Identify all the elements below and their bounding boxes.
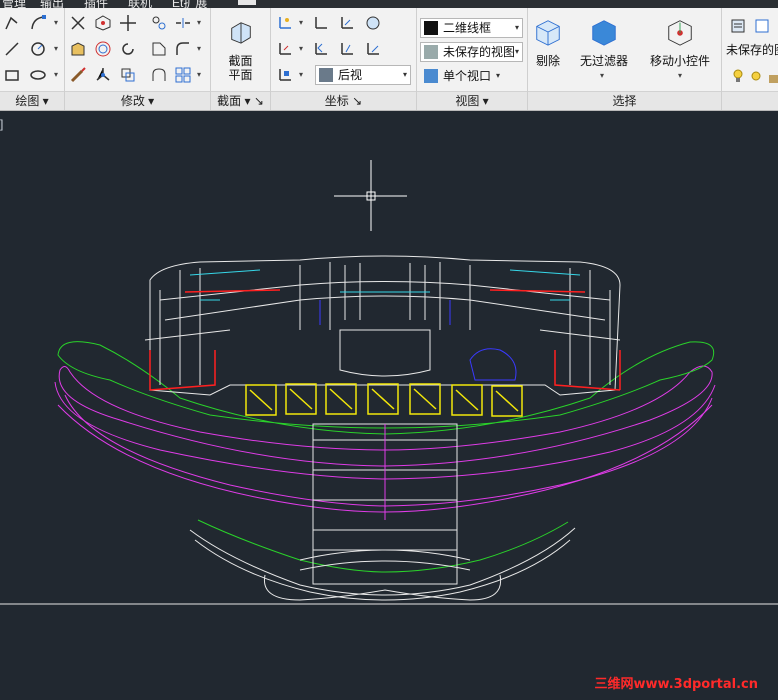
circle-dropdown-icon[interactable]: ▾ [52, 39, 60, 59]
visual-style-select[interactable]: 二维线框 ▾ [420, 18, 523, 38]
ucs-named-icon[interactable] [275, 65, 295, 85]
wireframe-icon [424, 21, 438, 35]
chevron-down-icon: ▾ [402, 70, 407, 79]
chevron-down-icon: ▾ [514, 47, 519, 56]
panel-view-title[interactable]: 视图 ▾ [417, 91, 527, 110]
chevron-down-icon: ▾ [514, 23, 519, 32]
crosshair-cursor [334, 160, 407, 231]
blue-accents [319, 300, 517, 381]
3d-scale-icon[interactable] [93, 65, 113, 85]
white-upper-structure [144, 255, 621, 396]
3d-rotate-icon[interactable] [93, 39, 113, 59]
panel-draw: ▾ ▾ ▾ 绘图 ▾ [0, 8, 65, 110]
no-filter-icon[interactable] [588, 16, 620, 48]
ucs-origin-icon[interactable] [275, 39, 295, 59]
line-icon[interactable] [2, 39, 22, 59]
arc-dropdown-icon[interactable]: ▾ [52, 13, 60, 33]
paint-icon[interactable] [68, 65, 88, 85]
chevron-down-icon: ▾ [495, 71, 500, 80]
panel-coords-title[interactable]: 坐标 ↘ [271, 91, 416, 110]
viewport-icon [424, 69, 438, 83]
panel-draw-title[interactable]: 绘图 ▾ [0, 91, 64, 110]
arc-icon[interactable] [28, 13, 48, 33]
stretch-icon[interactable] [149, 39, 169, 59]
panel-modify: ▾ ▾ ▾ 修改 ▾ [65, 8, 211, 110]
yellow-seating [245, 383, 523, 417]
panel-section-title[interactable]: 截面 ▾ ↘ [211, 91, 270, 110]
array-dropdown-icon[interactable]: ▾ [195, 65, 203, 85]
panel-view: 二维线框 ▾ 未保存的视图 ▾ 单个视口 ▾ 视图 ▾ [417, 8, 528, 110]
ucs-y-icon[interactable] [337, 39, 357, 59]
move-gizmo-icon[interactable] [664, 16, 696, 48]
3d-move-icon[interactable] [93, 13, 113, 33]
tab-plugins[interactable]: 插件 [84, 0, 108, 8]
layer-states-icon[interactable] [752, 16, 772, 36]
panel-coords: ▾ ▾ ▾ 后视 ▾ 坐标 ↘ [271, 8, 417, 110]
ucs-origin-dropdown-icon[interactable]: ▾ [297, 39, 305, 59]
ucs-dropdown-icon[interactable]: ▾ [297, 13, 305, 33]
ucs-previous-icon[interactable] [311, 39, 331, 59]
panel-layers-partial: 未保存的图 [722, 8, 778, 110]
section-plane-label[interactable]: 截面 平面 [211, 54, 270, 82]
no-filter-dropdown-icon[interactable]: ▾ [598, 66, 606, 86]
light-bulb-icon[interactable] [728, 66, 748, 86]
move-icon[interactable] [118, 13, 138, 33]
panel-select: 剔除 无过滤器 ▾ 移动小控件 ▾ 选择 [528, 8, 722, 110]
view-preset-select[interactable]: 后视 ▾ [315, 65, 411, 85]
layer-properties-icon[interactable] [728, 16, 748, 36]
saved-view-select[interactable]: 未保存的视图 ▾ [420, 42, 523, 62]
red-accents [149, 289, 621, 391]
ellipse-dropdown-icon[interactable]: ▾ [52, 65, 60, 85]
ucs-z-icon[interactable] [363, 39, 383, 59]
align-icon[interactable] [149, 13, 169, 33]
break-icon[interactable] [173, 13, 193, 33]
ucs-x-icon[interactable] [337, 13, 357, 33]
ellipse-icon[interactable] [28, 65, 48, 85]
rotate-icon[interactable] [118, 39, 138, 59]
circle-icon[interactable] [28, 39, 48, 59]
layer-state-label[interactable]: 未保存的图 [726, 43, 778, 57]
ucs-named-dropdown-icon[interactable]: ▾ [297, 65, 305, 85]
copy-icon[interactable] [118, 65, 138, 85]
ribbon-tab-strip: 管理 输出 插件 联机 Et扩展 [0, 0, 778, 8]
ucs-icon[interactable] [275, 13, 295, 33]
grid-array-icon[interactable] [173, 65, 193, 85]
panel-modify-title[interactable]: 修改 ▾ [65, 91, 210, 110]
viewport-config-select[interactable]: 单个视口 ▾ [420, 66, 523, 86]
ribbon: ▾ ▾ ▾ 绘图 ▾ ▾ ▾ ▾ 修改 ▾ 截面 平面 截面 ▾ ↘ ▾ ▾ ▾… [0, 8, 778, 111]
fillet-dropdown-icon[interactable]: ▾ [195, 39, 203, 59]
watermark: 三维网www.3dportal.cn [594, 677, 758, 692]
culling-label[interactable]: 剔除 [528, 54, 568, 68]
trim-icon[interactable] [68, 13, 88, 33]
section-plane-icon[interactable] [227, 18, 255, 46]
cube-view-icon [319, 68, 333, 82]
tab-online[interactable]: 联机 [128, 0, 152, 8]
lock-icon[interactable] [764, 66, 778, 86]
fillet-icon[interactable] [173, 39, 193, 59]
extrude-icon[interactable] [68, 39, 88, 59]
drawing-viewport[interactable] [0, 111, 778, 700]
array-icon[interactable] [149, 65, 169, 85]
ucs-view-icon[interactable] [363, 13, 383, 33]
break-dropdown-icon[interactable]: ▾ [195, 13, 203, 33]
panel-section: 截面 平面 截面 ▾ ↘ [211, 8, 271, 110]
move-gizmo-dropdown-icon[interactable]: ▾ [676, 66, 684, 86]
ucs-world-icon[interactable] [311, 13, 331, 33]
saved-view-icon [424, 45, 438, 59]
quick-access-icon[interactable] [238, 0, 256, 5]
tab-output[interactable]: 输出 [40, 0, 64, 8]
rectangle-icon[interactable] [2, 65, 22, 85]
panel-layers-title [722, 91, 778, 110]
polyline-icon[interactable] [2, 13, 22, 33]
sun-icon[interactable] [746, 66, 766, 86]
culling-icon[interactable] [532, 16, 564, 48]
tab-et-extension[interactable]: Et扩展 [172, 0, 207, 8]
tab-manage[interactable]: 管理 [2, 0, 26, 8]
panel-select-title[interactable]: 选择 [528, 91, 721, 110]
